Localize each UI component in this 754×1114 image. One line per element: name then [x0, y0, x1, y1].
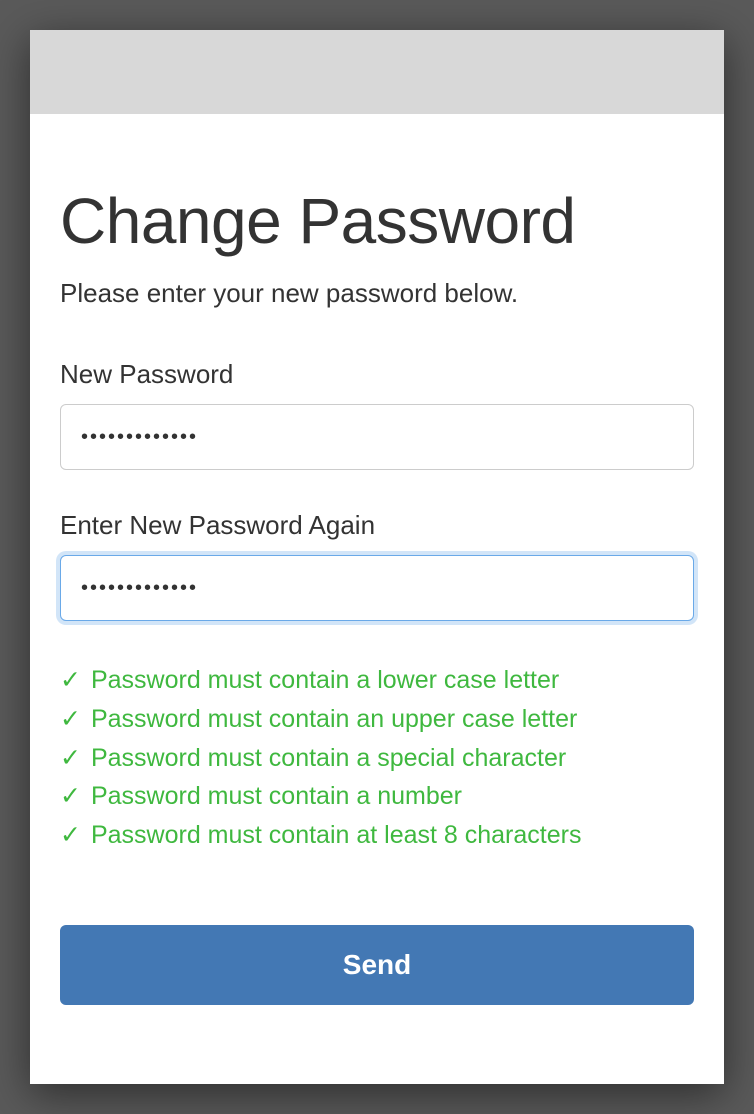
- requirement-text: Password must contain a lower case lette…: [91, 661, 559, 700]
- requirement-item: ✓ Password must contain an upper case le…: [60, 700, 694, 739]
- requirement-item: ✓ Password must contain a special charac…: [60, 739, 694, 778]
- confirm-password-input[interactable]: [60, 555, 694, 621]
- page-title: Change Password: [60, 184, 694, 258]
- requirement-text: Password must contain at least 8 charact…: [91, 816, 582, 855]
- requirement-item: ✓ Password must contain at least 8 chara…: [60, 816, 694, 855]
- new-password-input[interactable]: [60, 404, 694, 470]
- new-password-group: New Password: [60, 359, 694, 470]
- change-password-card: Change Password Please enter your new pa…: [30, 30, 724, 1084]
- requirement-text: Password must contain a special characte…: [91, 739, 566, 778]
- requirement-text: Password must contain a number: [91, 777, 462, 816]
- page-subtitle: Please enter your new password below.: [60, 278, 694, 309]
- check-icon: ✓: [60, 739, 81, 778]
- check-icon: ✓: [60, 777, 81, 816]
- requirement-text: Password must contain an upper case lett…: [91, 700, 577, 739]
- new-password-label: New Password: [60, 359, 694, 390]
- check-icon: ✓: [60, 661, 81, 700]
- password-requirements: ✓ Password must contain a lower case let…: [60, 661, 694, 855]
- confirm-password-group: Enter New Password Again: [60, 510, 694, 621]
- check-icon: ✓: [60, 816, 81, 855]
- confirm-password-label: Enter New Password Again: [60, 510, 694, 541]
- requirement-item: ✓ Password must contain a lower case let…: [60, 661, 694, 700]
- card-body: Change Password Please enter your new pa…: [30, 114, 724, 1035]
- send-button[interactable]: Send: [60, 925, 694, 1005]
- requirement-item: ✓ Password must contain a number: [60, 777, 694, 816]
- check-icon: ✓: [60, 700, 81, 739]
- card-header: [30, 30, 724, 114]
